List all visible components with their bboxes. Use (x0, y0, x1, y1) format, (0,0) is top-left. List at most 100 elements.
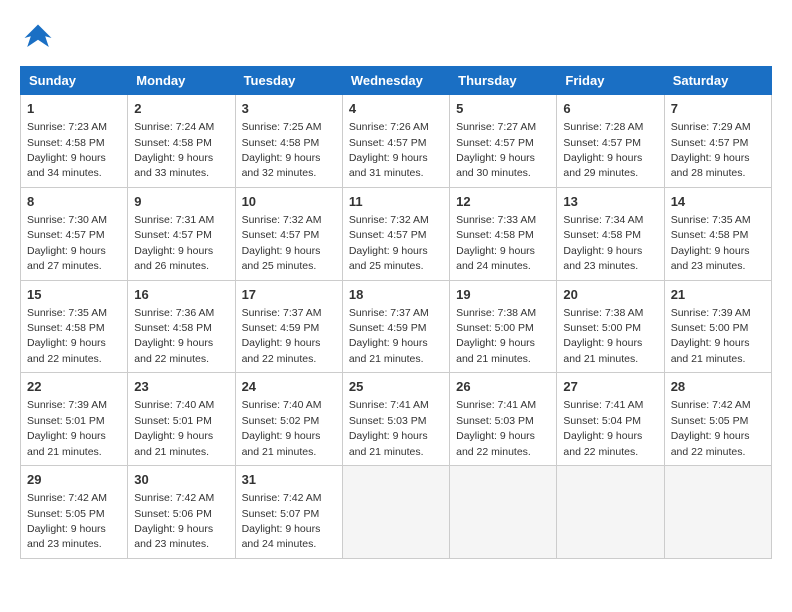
calendar-cell: 18 Sunrise: 7:37 AMSunset: 4:59 PMDaylig… (342, 280, 449, 373)
day-info: Sunrise: 7:33 AMSunset: 4:58 PMDaylight:… (456, 214, 536, 272)
week-row-3: 15 Sunrise: 7:35 AMSunset: 4:58 PMDaylig… (21, 280, 772, 373)
week-row-4: 22 Sunrise: 7:39 AMSunset: 5:01 PMDaylig… (21, 373, 772, 466)
day-number: 19 (456, 286, 550, 304)
calendar-body: 1 Sunrise: 7:23 AMSunset: 4:58 PMDayligh… (21, 95, 772, 559)
day-info: Sunrise: 7:39 AMSunset: 5:01 PMDaylight:… (27, 399, 107, 457)
day-number: 11 (349, 193, 443, 211)
calendar-cell: 5 Sunrise: 7:27 AMSunset: 4:57 PMDayligh… (450, 95, 557, 188)
calendar-cell: 29 Sunrise: 7:42 AMSunset: 5:05 PMDaylig… (21, 466, 128, 559)
day-number: 18 (349, 286, 443, 304)
calendar-cell: 31 Sunrise: 7:42 AMSunset: 5:07 PMDaylig… (235, 466, 342, 559)
day-number: 12 (456, 193, 550, 211)
day-number: 22 (27, 378, 121, 396)
day-number: 5 (456, 100, 550, 118)
calendar-cell: 12 Sunrise: 7:33 AMSunset: 4:58 PMDaylig… (450, 187, 557, 280)
calendar-cell: 22 Sunrise: 7:39 AMSunset: 5:01 PMDaylig… (21, 373, 128, 466)
day-info: Sunrise: 7:41 AMSunset: 5:03 PMDaylight:… (349, 399, 429, 457)
day-number: 2 (134, 100, 228, 118)
day-info: Sunrise: 7:37 AMSunset: 4:59 PMDaylight:… (242, 307, 322, 365)
day-number: 3 (242, 100, 336, 118)
day-number: 17 (242, 286, 336, 304)
day-info: Sunrise: 7:36 AMSunset: 4:58 PMDaylight:… (134, 307, 214, 365)
header-row: SundayMondayTuesdayWednesdayThursdayFrid… (21, 67, 772, 95)
day-info: Sunrise: 7:42 AMSunset: 5:06 PMDaylight:… (134, 492, 214, 550)
calendar-cell: 30 Sunrise: 7:42 AMSunset: 5:06 PMDaylig… (128, 466, 235, 559)
day-info: Sunrise: 7:23 AMSunset: 4:58 PMDaylight:… (27, 121, 107, 179)
day-info: Sunrise: 7:30 AMSunset: 4:57 PMDaylight:… (27, 214, 107, 272)
day-number: 21 (671, 286, 765, 304)
day-number: 20 (563, 286, 657, 304)
column-header-sunday: Sunday (21, 67, 128, 95)
day-number: 8 (27, 193, 121, 211)
calendar-cell: 17 Sunrise: 7:37 AMSunset: 4:59 PMDaylig… (235, 280, 342, 373)
calendar-cell: 16 Sunrise: 7:36 AMSunset: 4:58 PMDaylig… (128, 280, 235, 373)
day-number: 7 (671, 100, 765, 118)
day-number: 4 (349, 100, 443, 118)
week-row-2: 8 Sunrise: 7:30 AMSunset: 4:57 PMDayligh… (21, 187, 772, 280)
calendar-cell: 1 Sunrise: 7:23 AMSunset: 4:58 PMDayligh… (21, 95, 128, 188)
day-info: Sunrise: 7:41 AMSunset: 5:03 PMDaylight:… (456, 399, 536, 457)
calendar-cell (342, 466, 449, 559)
calendar-cell: 8 Sunrise: 7:30 AMSunset: 4:57 PMDayligh… (21, 187, 128, 280)
calendar-cell (664, 466, 771, 559)
day-number: 6 (563, 100, 657, 118)
calendar-cell: 3 Sunrise: 7:25 AMSunset: 4:58 PMDayligh… (235, 95, 342, 188)
day-number: 26 (456, 378, 550, 396)
logo-icon (20, 20, 56, 56)
calendar-cell: 27 Sunrise: 7:41 AMSunset: 5:04 PMDaylig… (557, 373, 664, 466)
day-info: Sunrise: 7:31 AMSunset: 4:57 PMDaylight:… (134, 214, 214, 272)
calendar-cell: 6 Sunrise: 7:28 AMSunset: 4:57 PMDayligh… (557, 95, 664, 188)
day-number: 16 (134, 286, 228, 304)
calendar-cell (557, 466, 664, 559)
calendar-header: SundayMondayTuesdayWednesdayThursdayFrid… (21, 67, 772, 95)
day-number: 23 (134, 378, 228, 396)
day-number: 24 (242, 378, 336, 396)
header (20, 20, 772, 56)
day-info: Sunrise: 7:24 AMSunset: 4:58 PMDaylight:… (134, 121, 214, 179)
column-header-saturday: Saturday (664, 67, 771, 95)
calendar-cell: 25 Sunrise: 7:41 AMSunset: 5:03 PMDaylig… (342, 373, 449, 466)
day-info: Sunrise: 7:35 AMSunset: 4:58 PMDaylight:… (671, 214, 751, 272)
calendar-cell: 11 Sunrise: 7:32 AMSunset: 4:57 PMDaylig… (342, 187, 449, 280)
calendar-cell: 24 Sunrise: 7:40 AMSunset: 5:02 PMDaylig… (235, 373, 342, 466)
column-header-thursday: Thursday (450, 67, 557, 95)
day-number: 9 (134, 193, 228, 211)
day-info: Sunrise: 7:37 AMSunset: 4:59 PMDaylight:… (349, 307, 429, 365)
day-info: Sunrise: 7:34 AMSunset: 4:58 PMDaylight:… (563, 214, 643, 272)
calendar-cell: 26 Sunrise: 7:41 AMSunset: 5:03 PMDaylig… (450, 373, 557, 466)
day-info: Sunrise: 7:28 AMSunset: 4:57 PMDaylight:… (563, 121, 643, 179)
day-number: 28 (671, 378, 765, 396)
calendar-cell: 13 Sunrise: 7:34 AMSunset: 4:58 PMDaylig… (557, 187, 664, 280)
day-info: Sunrise: 7:42 AMSunset: 5:07 PMDaylight:… (242, 492, 322, 550)
week-row-5: 29 Sunrise: 7:42 AMSunset: 5:05 PMDaylig… (21, 466, 772, 559)
day-number: 13 (563, 193, 657, 211)
calendar-table: SundayMondayTuesdayWednesdayThursdayFrid… (20, 66, 772, 559)
day-info: Sunrise: 7:32 AMSunset: 4:57 PMDaylight:… (349, 214, 429, 272)
column-header-tuesday: Tuesday (235, 67, 342, 95)
day-info: Sunrise: 7:32 AMSunset: 4:57 PMDaylight:… (242, 214, 322, 272)
calendar-cell: 14 Sunrise: 7:35 AMSunset: 4:58 PMDaylig… (664, 187, 771, 280)
calendar-cell: 19 Sunrise: 7:38 AMSunset: 5:00 PMDaylig… (450, 280, 557, 373)
week-row-1: 1 Sunrise: 7:23 AMSunset: 4:58 PMDayligh… (21, 95, 772, 188)
calendar-cell: 9 Sunrise: 7:31 AMSunset: 4:57 PMDayligh… (128, 187, 235, 280)
day-info: Sunrise: 7:41 AMSunset: 5:04 PMDaylight:… (563, 399, 643, 457)
day-info: Sunrise: 7:27 AMSunset: 4:57 PMDaylight:… (456, 121, 536, 179)
day-info: Sunrise: 7:40 AMSunset: 5:02 PMDaylight:… (242, 399, 322, 457)
column-header-wednesday: Wednesday (342, 67, 449, 95)
day-info: Sunrise: 7:29 AMSunset: 4:57 PMDaylight:… (671, 121, 751, 179)
column-header-friday: Friday (557, 67, 664, 95)
calendar-cell: 20 Sunrise: 7:38 AMSunset: 5:00 PMDaylig… (557, 280, 664, 373)
calendar-cell: 10 Sunrise: 7:32 AMSunset: 4:57 PMDaylig… (235, 187, 342, 280)
calendar-cell (450, 466, 557, 559)
day-info: Sunrise: 7:25 AMSunset: 4:58 PMDaylight:… (242, 121, 322, 179)
day-info: Sunrise: 7:42 AMSunset: 5:05 PMDaylight:… (671, 399, 751, 457)
logo (20, 20, 60, 56)
day-info: Sunrise: 7:40 AMSunset: 5:01 PMDaylight:… (134, 399, 214, 457)
calendar-cell: 21 Sunrise: 7:39 AMSunset: 5:00 PMDaylig… (664, 280, 771, 373)
day-number: 25 (349, 378, 443, 396)
day-number: 14 (671, 193, 765, 211)
calendar-cell: 23 Sunrise: 7:40 AMSunset: 5:01 PMDaylig… (128, 373, 235, 466)
day-number: 31 (242, 471, 336, 489)
day-info: Sunrise: 7:42 AMSunset: 5:05 PMDaylight:… (27, 492, 107, 550)
day-number: 1 (27, 100, 121, 118)
